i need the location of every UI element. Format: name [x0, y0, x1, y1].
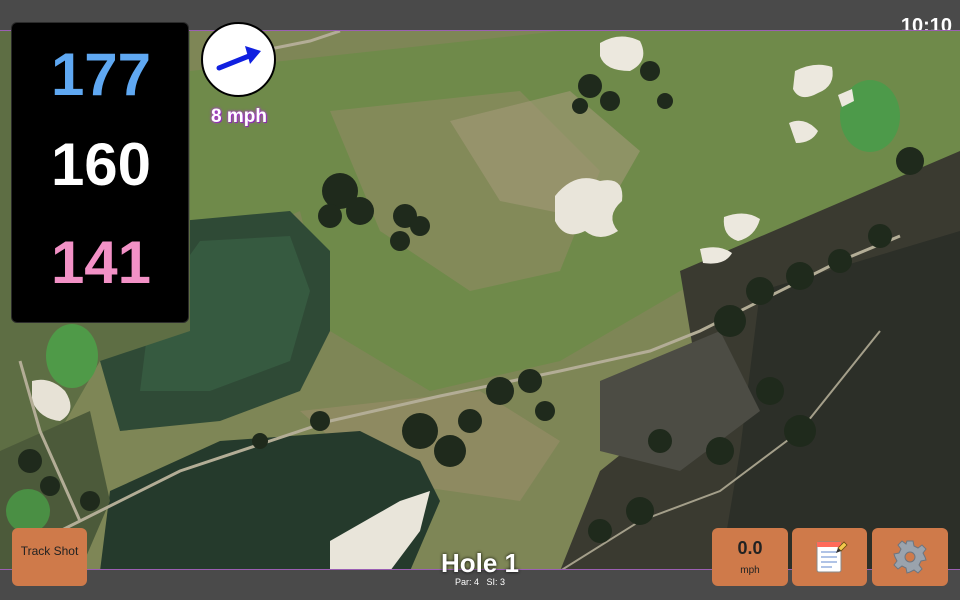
distance-panel: 177 160 141 — [11, 22, 189, 323]
speed-value: 0.0 — [737, 538, 763, 558]
notepad-icon — [816, 541, 848, 573]
speed-unit: mph — [740, 565, 760, 576]
wind-speed: 8 mph — [211, 106, 267, 127]
middle-of-green-distance: 160 — [50, 131, 152, 198]
wind-direction-arrow-icon — [216, 46, 261, 71]
hole-par: Par: 4 — [454, 577, 479, 587]
hole-stroke-index: SI: 3 — [486, 577, 506, 587]
track-shot-button[interactable]: Track Shot — [12, 528, 87, 586]
wind-direction-indicator — [201, 22, 276, 97]
hole-par-si: Par: 4 SI: 3 — [380, 577, 580, 587]
notes-button[interactable] — [792, 528, 867, 586]
hole-title: Hole 1 — [440, 548, 520, 578]
settings-button[interactable] — [872, 528, 948, 586]
back-of-green-distance: 177 — [50, 41, 152, 108]
gear-icon — [893, 540, 927, 574]
shot-speed-button[interactable]: 0.0 mph — [712, 528, 788, 586]
front-of-green-distance: 141 — [50, 229, 152, 296]
